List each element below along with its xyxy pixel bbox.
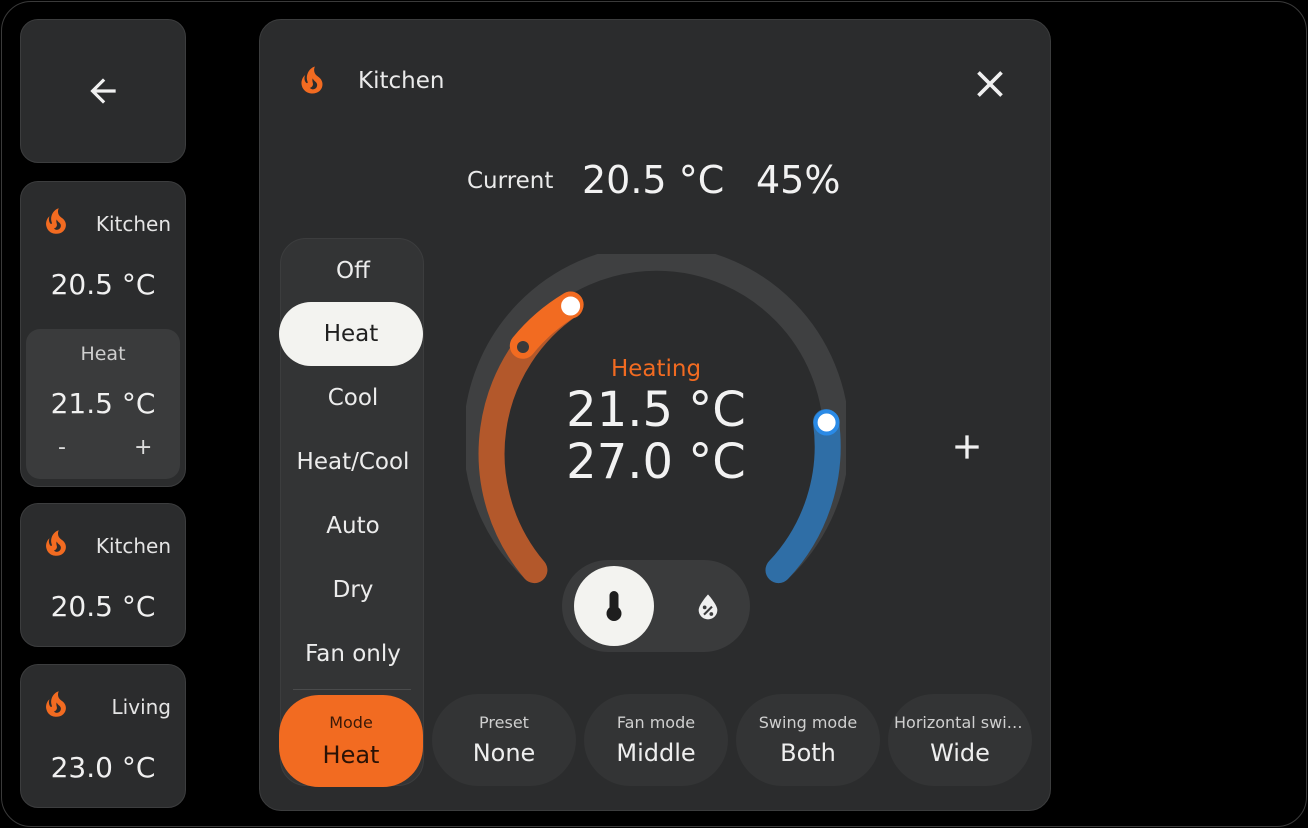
mode-option-heat-cool[interactable]: Heat/Cool: [281, 430, 425, 494]
flame-icon: [46, 530, 66, 556]
flame-icon: [46, 208, 66, 234]
mode-list-divider: [293, 689, 411, 690]
mode-button-label: Mode: [329, 713, 373, 732]
tile-control-card[interactable]: Heat 21.5 °C - +: [26, 329, 180, 479]
preset-button[interactable]: Preset None: [432, 694, 576, 786]
target-low: 21.5 °C: [566, 382, 746, 438]
increase-target-button[interactable]: [942, 422, 992, 472]
current-temperature: 20.5 °C: [582, 158, 725, 202]
humidity-toggle-button[interactable]: [668, 566, 748, 646]
mode-option-fan-only[interactable]: Fan only: [281, 622, 425, 686]
temperature-toggle-button[interactable]: [574, 566, 654, 646]
thermostat-tile-living[interactable]: Living 23.0 °C: [20, 664, 186, 808]
mode-button-value: Heat: [322, 741, 380, 769]
flame-icon: [301, 66, 323, 94]
feature-value: None: [472, 739, 536, 767]
gauge-mode-toggle: [562, 560, 750, 652]
close-button[interactable]: [968, 62, 1012, 106]
tile-control-mode: Heat: [80, 343, 126, 365]
feature-value: Middle: [616, 739, 696, 767]
hvac-action: Heating: [610, 356, 702, 382]
mode-option-heat[interactable]: Heat: [279, 302, 423, 366]
close-icon: [977, 71, 1003, 97]
swing-mode-button[interactable]: Swing mode Both: [736, 694, 880, 786]
feature-label: Swing mode: [758, 713, 858, 732]
thermometer-icon: [606, 591, 622, 621]
plus-icon: [955, 435, 979, 459]
horizontal-swing-mode-button[interactable]: Horizontal swing mode Wide: [888, 694, 1032, 786]
thermostat-tile-kitchen[interactable]: Kitchen 20.5 °C Heat 21.5 °C - +: [20, 181, 186, 487]
current-humidity: 45%: [756, 158, 841, 202]
mode-option-cool[interactable]: Cool: [281, 366, 425, 430]
mode-option-off[interactable]: Off: [281, 239, 425, 303]
tile-current-temp: 20.5 °C: [50, 590, 156, 623]
feature-value: Wide: [930, 739, 990, 767]
current-temperature-marker: [517, 341, 529, 353]
feature-label: Horizontal swing mode: [894, 713, 1026, 732]
decrease-button[interactable]: -: [58, 435, 66, 460]
dialog-title: Kitchen: [358, 68, 445, 94]
mode-option-auto[interactable]: Auto: [281, 494, 425, 558]
feature-label: Preset: [479, 713, 529, 732]
current-label: Current: [467, 168, 554, 194]
target-high: 27.0 °C: [566, 434, 746, 490]
increase-button[interactable]: +: [134, 435, 152, 460]
heat-setpoint-handle[interactable]: [558, 293, 584, 319]
fan-mode-button[interactable]: Fan mode Middle: [584, 694, 728, 786]
hvac-mode-list: Off Heat Cool Heat/Cool Auto Dry Fan onl…: [279, 238, 425, 787]
arrow-left-icon: [90, 78, 116, 104]
gauge-readout: Heating 21.5 °C 27.0 °C: [466, 354, 846, 488]
tile-name: Living: [111, 695, 171, 719]
flame-icon: [46, 691, 66, 717]
water-percent-icon: [698, 594, 718, 620]
tile-name: Kitchen: [95, 534, 171, 558]
feature-label: Fan mode: [616, 713, 696, 732]
climate-dialog: Kitchen Current 20.5 °C 45% Off Heat Coo…: [259, 19, 1051, 811]
app-screen: Kitchen 20.5 °C Heat 21.5 °C - + Kitchen…: [1, 1, 1307, 827]
mode-option-dry[interactable]: Dry: [281, 558, 425, 622]
tile-control-target: 21.5 °C: [50, 387, 156, 420]
mode-button[interactable]: Mode Heat: [279, 695, 423, 787]
tile-name: Kitchen: [95, 212, 171, 236]
feature-value: Both: [780, 739, 836, 767]
tile-current-temp: 20.5 °C: [50, 268, 156, 301]
back-button[interactable]: [20, 19, 186, 163]
tile-current-temp: 23.0 °C: [50, 751, 156, 784]
thermostat-tile-kitchen-2[interactable]: Kitchen 20.5 °C: [20, 503, 186, 647]
